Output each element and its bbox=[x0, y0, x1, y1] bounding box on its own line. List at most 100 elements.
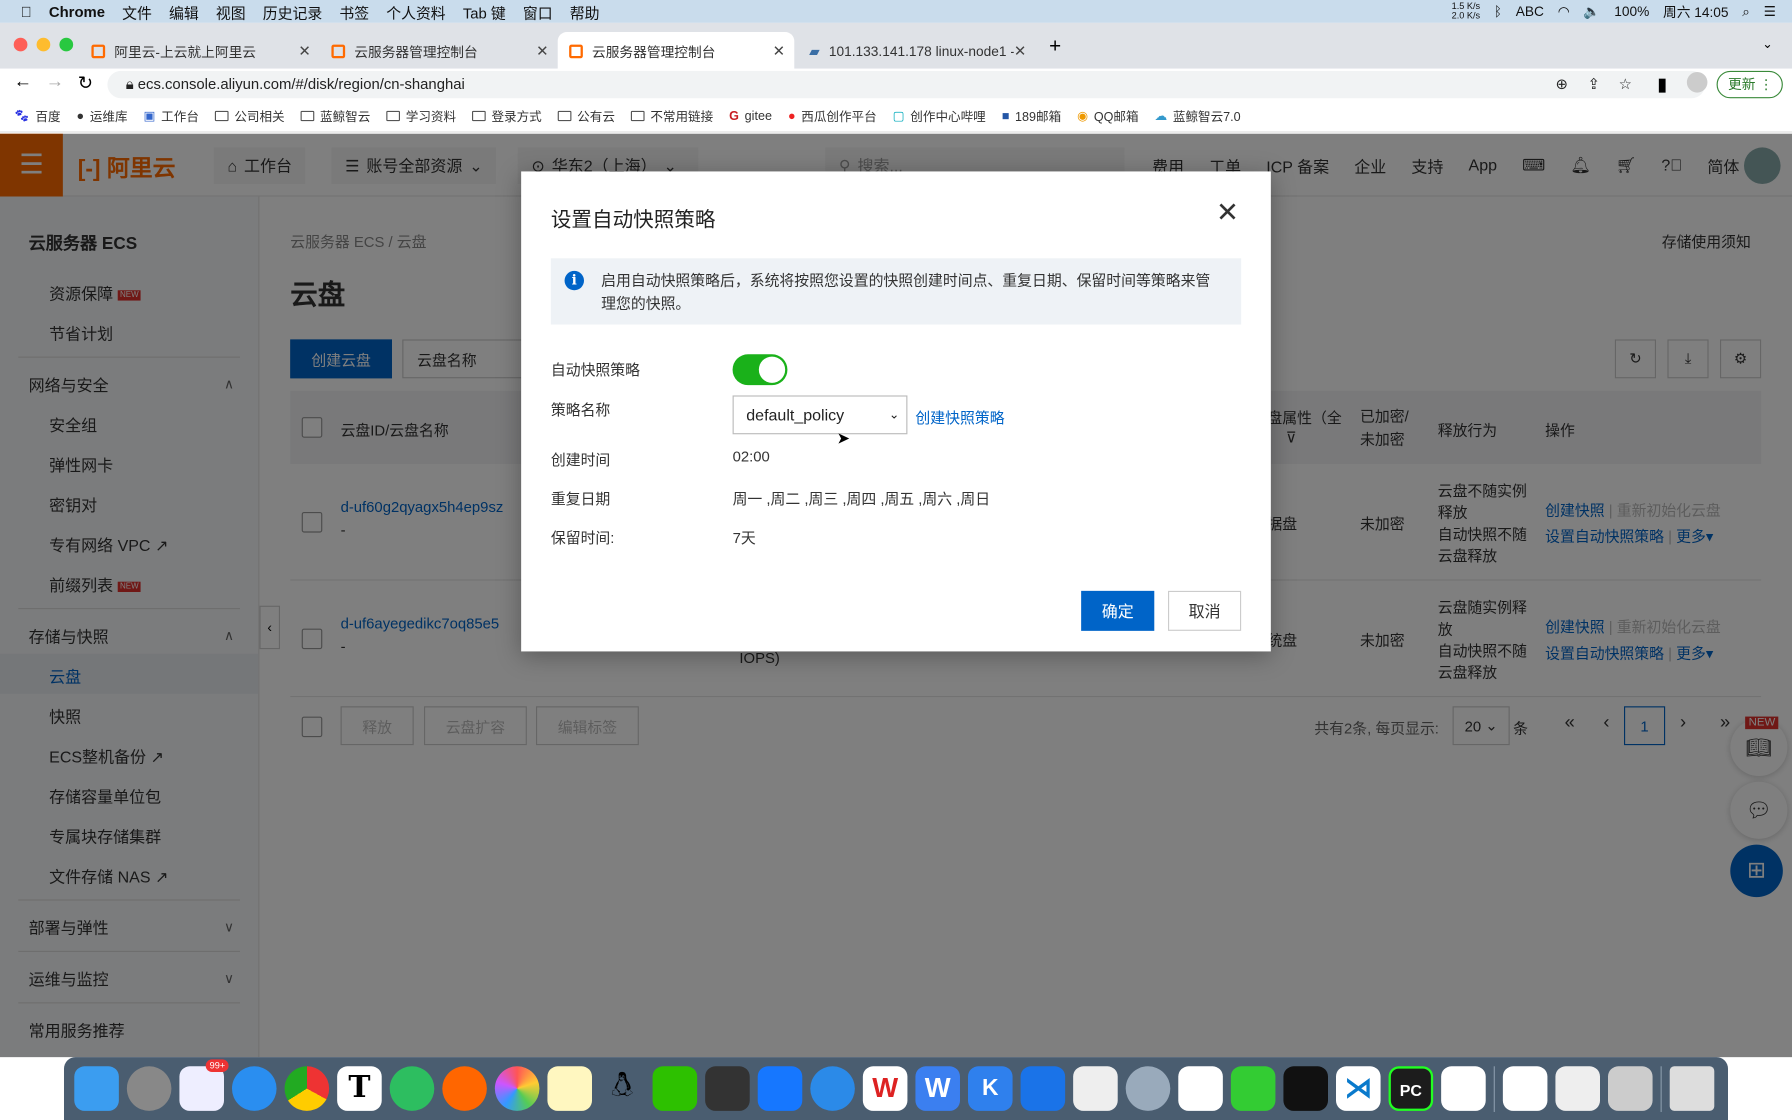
qq-icon[interactable]: 🐧︎ bbox=[600, 1066, 645, 1111]
close-tab-icon[interactable]: ✕ bbox=[773, 42, 785, 60]
reload-icon[interactable]: ↻ bbox=[78, 72, 93, 95]
policy-select[interactable]: default_policy ⌄ bbox=[732, 395, 908, 435]
menu-bookmarks[interactable]: 书签 bbox=[339, 1, 369, 23]
search-app-icon[interactable] bbox=[1441, 1066, 1486, 1111]
sidepanel-icon[interactable]: ▮ bbox=[1657, 73, 1667, 96]
menu-profile[interactable]: 个人资料 bbox=[386, 1, 445, 23]
forward-icon[interactable]: → bbox=[46, 72, 64, 93]
bookmark-189[interactable]: ■ 189邮箱 bbox=[1002, 107, 1061, 125]
wifi-icon[interactable]: ◠ bbox=[1558, 3, 1570, 19]
bookmark-label: 不常用链接 bbox=[650, 110, 714, 124]
menu-window[interactable]: 窗口 bbox=[523, 1, 553, 23]
control-center-icon[interactable]: ☰ bbox=[1764, 3, 1776, 19]
menu-file[interactable]: 文件 bbox=[122, 1, 152, 23]
terminal-icon[interactable] bbox=[1283, 1066, 1328, 1111]
typora-icon[interactable]: T bbox=[337, 1066, 382, 1111]
chrome-icon[interactable] bbox=[284, 1066, 330, 1111]
bookmark-baidu[interactable]: 🐾︎ 百度 bbox=[14, 107, 61, 125]
bookmark-yunweiku[interactable]: ● 运维库 bbox=[77, 107, 128, 125]
create-policy-link[interactable]: 创建快照策略 bbox=[915, 406, 1004, 428]
menu-history[interactable]: 历史记录 bbox=[263, 1, 322, 23]
launchpad-icon[interactable] bbox=[126, 1066, 172, 1111]
bookmark-folder[interactable]: 不常用链接 bbox=[630, 107, 714, 125]
bookmark-xigua[interactable]: ● 西瓜创作平台 bbox=[788, 107, 877, 125]
baidu-netdisk-icon[interactable] bbox=[1178, 1066, 1223, 1111]
menu-view[interactable]: 视图 bbox=[216, 1, 246, 23]
profile-avatar[interactable] bbox=[1686, 71, 1708, 93]
close-tab-icon[interactable]: ✕ bbox=[1013, 42, 1027, 61]
bookmark-bluking[interactable]: ☁︎ 蓝鲸智云7.0 bbox=[1155, 107, 1241, 125]
confirm-button[interactable]: 确定 bbox=[1081, 590, 1155, 631]
new-tab-button[interactable]: + bbox=[1049, 34, 1061, 58]
url-input[interactable]: 🔒︎ ecs.console.aliyun.com/#/disk/region/… bbox=[107, 70, 1706, 99]
volume-icon[interactable]: 🔈 bbox=[1583, 3, 1600, 19]
shell-app-icon[interactable] bbox=[1125, 1066, 1171, 1111]
baidu-icon: 🐾︎ bbox=[13, 109, 30, 124]
bookmark-folder[interactable]: 公有云 bbox=[557, 107, 615, 125]
input-method[interactable]: ABC bbox=[1516, 3, 1544, 19]
finder-icon[interactable] bbox=[74, 1066, 119, 1111]
cancel-button[interactable]: 取消 bbox=[1167, 590, 1242, 631]
back-icon[interactable]: ← bbox=[14, 72, 32, 93]
bookmark-label: 登录方式 bbox=[491, 110, 542, 124]
share-icon[interactable]: ⇪ bbox=[1588, 71, 1600, 98]
wechat-icon[interactable] bbox=[652, 1066, 698, 1111]
photos-icon[interactable] bbox=[494, 1066, 540, 1111]
safari-icon[interactable] bbox=[231, 1066, 277, 1111]
update-button[interactable]: 更新 ⋮ bbox=[1716, 70, 1783, 99]
close-tab-icon[interactable]: ✕ bbox=[536, 42, 548, 60]
bookmark-gitee[interactable]: Ggitee bbox=[729, 109, 772, 123]
tab-2[interactable]: 云服务器管理控制台 ✕ bbox=[320, 32, 558, 71]
close-window-button[interactable] bbox=[13, 37, 28, 52]
notes-icon[interactable] bbox=[547, 1066, 592, 1111]
vscode-icon[interactable]: ⋊ bbox=[1335, 1066, 1381, 1111]
paper-icon[interactable] bbox=[1555, 1066, 1600, 1111]
trash-icon[interactable] bbox=[1669, 1066, 1715, 1111]
mail189-icon: ■ bbox=[1001, 109, 1010, 123]
maximize-window-button[interactable] bbox=[59, 37, 74, 52]
battery-percent[interactable]: 100% bbox=[1614, 3, 1649, 19]
clock[interactable]: 周六 14:05 bbox=[1663, 2, 1729, 21]
bookmark-bilibili[interactable]: ▢ 创作中心哔哩 bbox=[893, 107, 986, 125]
close-tab-icon[interactable]: ✕ bbox=[298, 42, 310, 60]
auto-snapshot-toggle[interactable] bbox=[732, 354, 788, 386]
textedit-icon[interactable] bbox=[1073, 1066, 1118, 1111]
zoom-icon[interactable]: ⊕ bbox=[1556, 71, 1568, 98]
tab-4[interactable]: ▰ 101.133.141.178 linux-node1 - ✕ bbox=[798, 32, 1036, 71]
menu-app[interactable]: Chrome bbox=[49, 3, 105, 20]
dingtalk-icon[interactable] bbox=[1020, 1066, 1066, 1111]
spotlight-icon[interactable]: ⌕ bbox=[1742, 3, 1750, 20]
evernote-icon[interactable] bbox=[389, 1066, 435, 1111]
screen-recorder-icon[interactable] bbox=[705, 1066, 750, 1111]
thunderbird-icon[interactable]: 99+ bbox=[179, 1059, 229, 1111]
bilibili-icon: ▢ bbox=[892, 109, 905, 124]
iqiyi-player-icon[interactable] bbox=[1230, 1066, 1276, 1111]
notification-badge: 99+ bbox=[206, 1059, 229, 1072]
document-icon[interactable] bbox=[1502, 1066, 1548, 1111]
firefox-icon[interactable] bbox=[442, 1066, 487, 1111]
tab-3-active[interactable]: 云服务器管理控制台 ✕ bbox=[557, 31, 795, 71]
bookmark-folder[interactable]: 公司相关 bbox=[214, 107, 285, 125]
wps-icon[interactable]: W bbox=[862, 1066, 908, 1111]
close-icon[interactable]: ✕ bbox=[1216, 197, 1239, 230]
bookmark-folder[interactable]: 学习资料 bbox=[386, 107, 456, 125]
tab-search-chevron-icon[interactable]: ⌄ bbox=[1762, 37, 1773, 52]
bookmark-star-icon[interactable]: ☆ bbox=[1619, 71, 1632, 98]
bookmark-qqmail[interactable]: ◉ QQ邮箱 bbox=[1077, 107, 1138, 125]
word-icon[interactable]: W bbox=[915, 1066, 960, 1111]
tab-1[interactable]: 阿里云-上云就上阿里云 ✕ bbox=[80, 32, 320, 71]
menu-help[interactable]: 帮助 bbox=[570, 1, 600, 23]
bluetooth-icon[interactable]: ᛒ bbox=[1494, 3, 1502, 19]
bookmark-folder[interactable]: 登录方式 bbox=[472, 107, 542, 125]
bookmark-workbench[interactable]: ▣ 工作台 bbox=[144, 107, 199, 125]
pycharm-icon[interactable]: PC bbox=[1388, 1066, 1434, 1111]
menu-edit[interactable]: 编辑 bbox=[169, 1, 199, 23]
apple-icon[interactable]:  bbox=[21, 3, 32, 20]
k-app-icon[interactable]: K bbox=[967, 1066, 1013, 1111]
menu-tab[interactable]: Tab 键 bbox=[463, 1, 506, 23]
remote-desktop-icon[interactable] bbox=[810, 1066, 855, 1111]
bookmark-folder[interactable]: 蓝鲸智云 bbox=[300, 107, 370, 125]
minimize-window-button[interactable] bbox=[36, 37, 51, 52]
video-app-icon[interactable] bbox=[1607, 1066, 1653, 1111]
feishu-icon[interactable] bbox=[757, 1066, 803, 1111]
